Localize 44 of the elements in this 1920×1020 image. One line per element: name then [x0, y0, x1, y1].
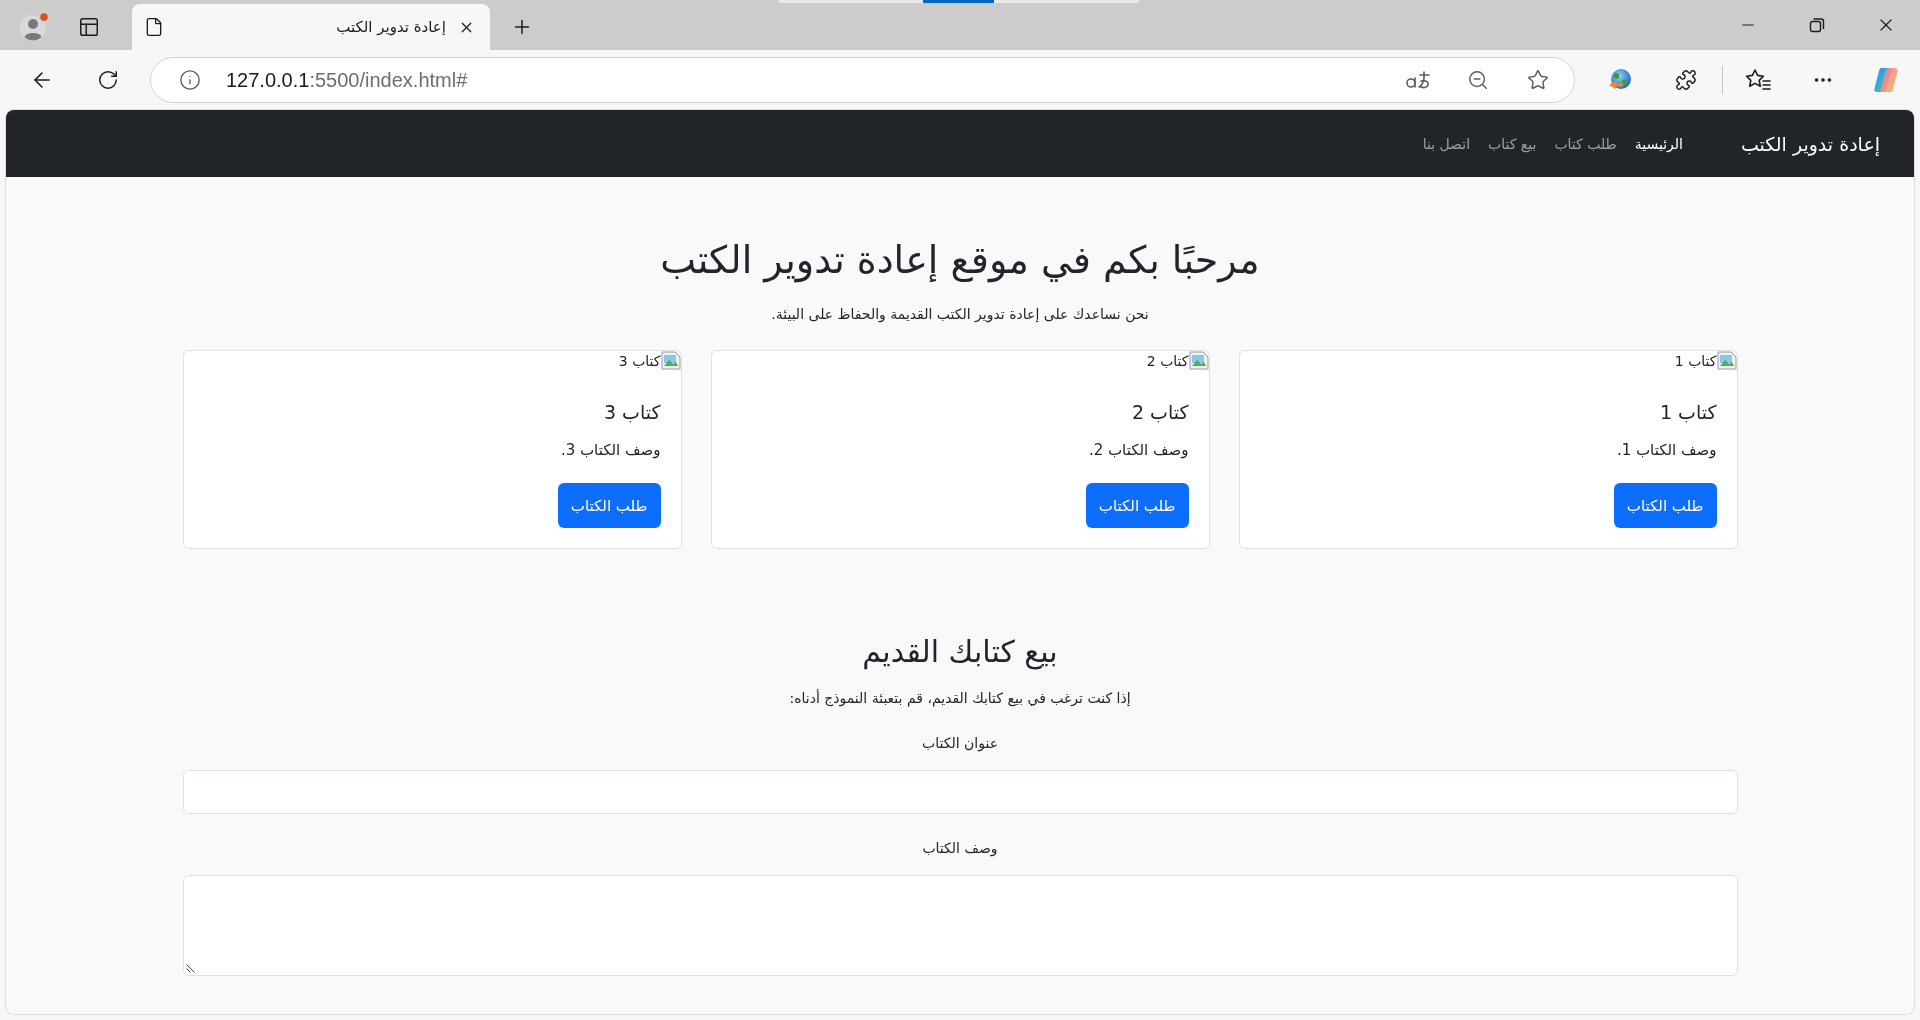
card-text: وصف الكتاب 3. [560, 440, 661, 461]
document-icon [144, 17, 164, 37]
hero-title: مرحبًا بكم في موقع إعادة تدوير الكتب [659, 237, 1261, 284]
card-text: وصف الكتاب 2. [1088, 440, 1189, 461]
order-book-button[interactable]: طلب الكتاب [1613, 483, 1717, 528]
section-intro: إذا كنت ترغب في بيع كتابك القديم، قم بتعبئة النموذج أدناه: [788, 688, 1132, 709]
resize-handle-icon[interactable] [185, 964, 195, 973]
nav-link[interactable]: بيع كتاب [1479, 135, 1546, 152]
image-alt-text: كتاب 1 [1674, 352, 1717, 371]
broken-image-icon [1716, 351, 1737, 370]
text-input-field[interactable] [182, 770, 1738, 814]
address-field[interactable]: 127.0.0.1:5500/index.html# [150, 57, 1575, 103]
zoom-out-icon[interactable] [1467, 69, 1489, 91]
nav-link[interactable]: طلب كتاب [1545, 135, 1626, 152]
order-book-button[interactable]: طلب الكتاب [1085, 483, 1189, 528]
profile-avatar-icon[interactable] [19, 12, 49, 42]
puzzle-icon[interactable] [1675, 69, 1697, 91]
order-book-button[interactable]: طلب الكتاب [557, 483, 661, 528]
card-title: كتاب 2 [1131, 400, 1189, 425]
field-label: عنوان الكتاب [921, 734, 999, 754]
image-alt-text: كتاب 2 [1146, 352, 1189, 371]
browser-tab[interactable]: إعادة تدوير الكتب [132, 4, 490, 50]
nav-link[interactable]: اتصل بنا [1413, 135, 1480, 152]
broken-image-icon [660, 351, 681, 370]
image-alt-text: كتاب 3 [618, 352, 661, 371]
refresh-icon[interactable] [97, 69, 119, 91]
broken-image-icon [1188, 351, 1209, 370]
url-text: 127.0.0.1:5500/index.html# [226, 68, 468, 92]
section-title: بيع كتابك القديم [861, 633, 1059, 671]
info-icon[interactable] [179, 69, 201, 91]
card-text: وصف الكتاب 1. [1616, 440, 1717, 461]
card-title: كتاب 3 [603, 400, 661, 425]
gradient-logo-icon[interactable] [1872, 66, 1900, 94]
translate-icon[interactable] [1405, 69, 1431, 91]
textarea-field[interactable] [182, 875, 1738, 976]
restore-icon[interactable] [1808, 17, 1825, 33]
star-list-icon[interactable] [1745, 68, 1771, 92]
hero-subtitle: نحن نساعدك على إعادة تدوير الكتب القديمة والحفاظ على البيئة. [770, 305, 1150, 325]
nav-link[interactable]: الرئيسية [1625, 135, 1692, 152]
card-title: كتاب 1 [1659, 400, 1717, 425]
field-label: وصف الكتاب [921, 839, 999, 859]
panel-layout-icon[interactable] [78, 16, 100, 38]
brand-link[interactable]: إعادة تدوير الكتب [1740, 132, 1880, 155]
star-icon[interactable] [1527, 69, 1549, 91]
